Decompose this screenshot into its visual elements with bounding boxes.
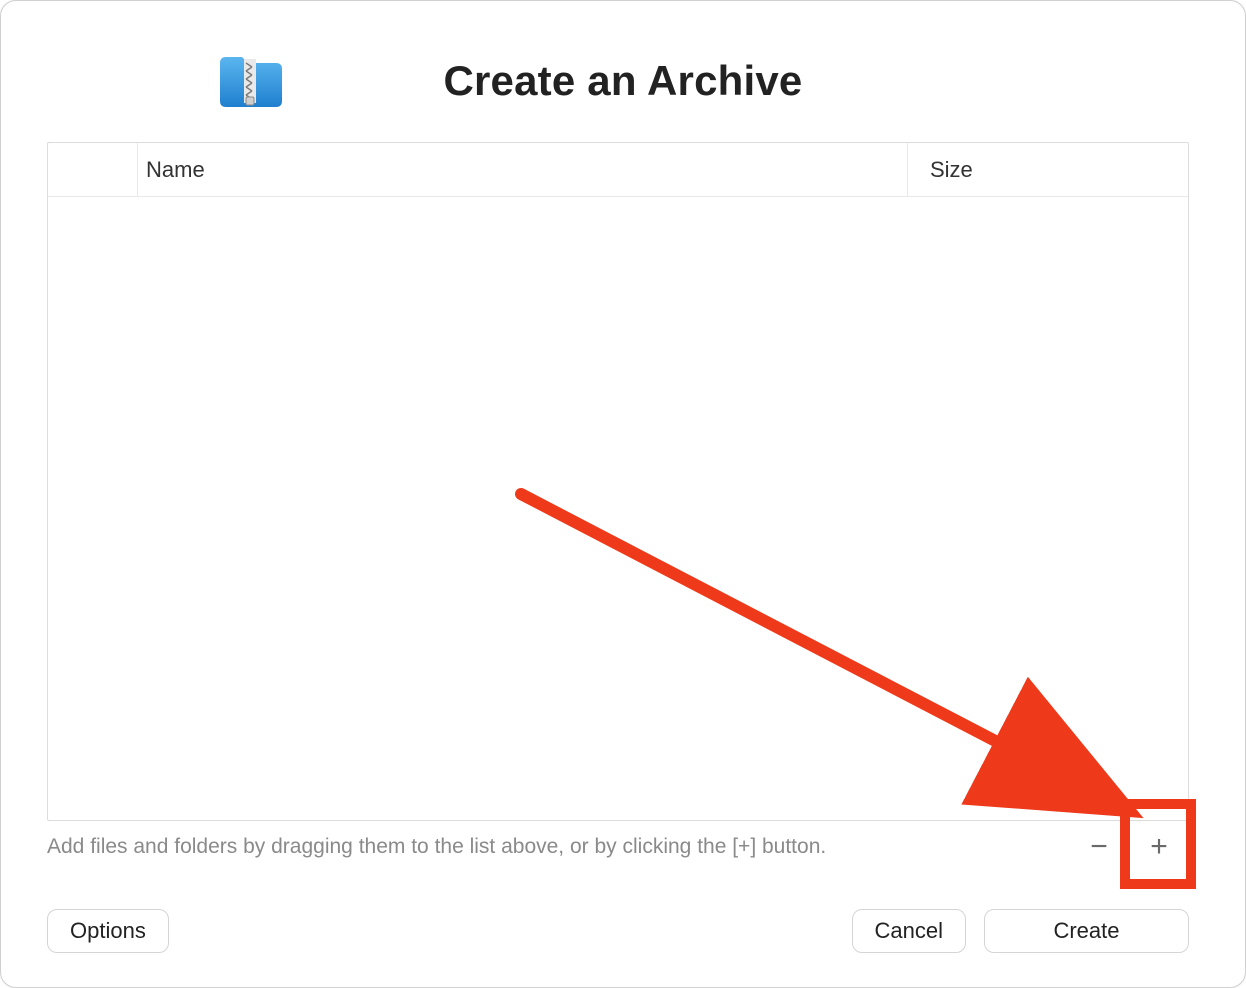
column-header-name-label: Name	[146, 157, 205, 183]
column-handle[interactable]	[48, 143, 138, 196]
remove-button[interactable]: −	[1069, 826, 1129, 868]
column-header-size-label: Size	[930, 157, 973, 183]
hint-row: Add files and folders by dragging them t…	[47, 825, 1189, 869]
column-header-size[interactable]: Size	[908, 143, 1188, 196]
file-list-body[interactable]	[48, 197, 1188, 820]
dialog-window: Create an Archive Name Size Add files an…	[0, 0, 1246, 988]
dialog-title: Create an Archive	[1, 57, 1245, 105]
dialog-footer: Options Cancel Create	[47, 905, 1189, 957]
add-button[interactable]: +	[1129, 826, 1189, 868]
dialog-header: Create an Archive	[1, 1, 1245, 141]
create-button[interactable]: Create	[984, 909, 1189, 953]
file-list-table: Name Size	[47, 142, 1189, 821]
column-header-name[interactable]: Name	[138, 143, 908, 196]
table-header-row: Name Size	[48, 143, 1188, 197]
cancel-button[interactable]: Cancel	[852, 909, 966, 953]
add-remove-group: − +	[1069, 826, 1189, 868]
options-button[interactable]: Options	[47, 909, 169, 953]
hint-text: Add files and folders by dragging them t…	[47, 835, 1069, 859]
minus-icon: −	[1090, 832, 1108, 862]
plus-icon: +	[1150, 832, 1168, 862]
